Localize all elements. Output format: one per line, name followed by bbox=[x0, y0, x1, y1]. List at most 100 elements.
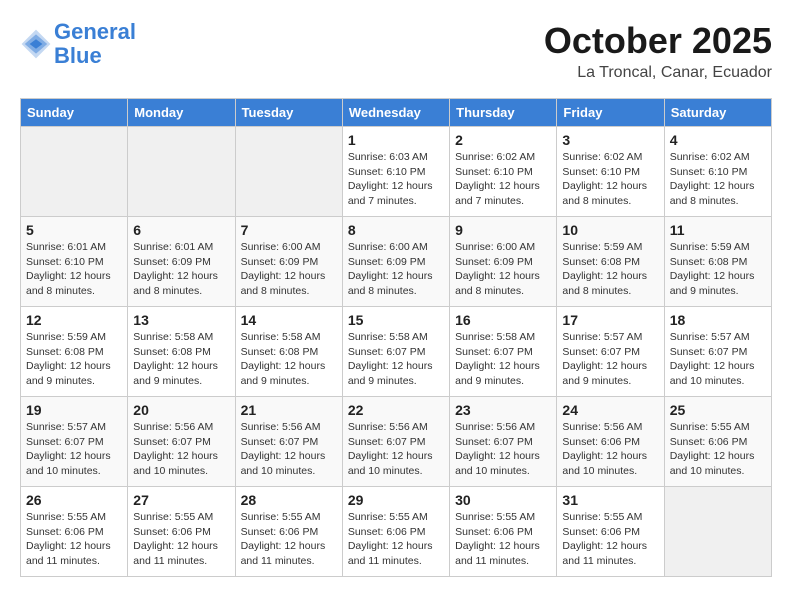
day-number: 6 bbox=[133, 222, 229, 238]
day-cell: 1 Sunrise: 6:03 AMSunset: 6:10 PMDaylight… bbox=[342, 127, 449, 217]
day-info: Sunrise: 5:55 AMSunset: 6:06 PMDaylight:… bbox=[133, 510, 229, 569]
day-info: Sunrise: 5:59 AMSunset: 6:08 PMDaylight:… bbox=[562, 240, 658, 299]
day-cell: 25Sunrise: 5:55 AMSunset: 6:06 PMDayligh… bbox=[664, 397, 771, 487]
day-info: Sunrise: 6:01 AMSunset: 6:10 PMDaylight:… bbox=[26, 240, 122, 299]
day-number: 3 bbox=[562, 132, 658, 148]
day-number: 1 bbox=[348, 132, 444, 148]
day-number: 10 bbox=[562, 222, 658, 238]
header: General Blue October 2025 La Troncal, Ca… bbox=[20, 20, 772, 82]
day-cell: 5Sunrise: 6:01 AMSunset: 6:10 PMDaylight… bbox=[21, 217, 128, 307]
day-cell: 20 Sunrise: 5:56 AMSunset: 6:07 PMDayligh… bbox=[128, 397, 235, 487]
day-info: Sunrise: 5:59 AMSunset: 6:08 PMDaylight:… bbox=[670, 240, 766, 299]
location: La Troncal, Canar, Ecuador bbox=[544, 64, 772, 82]
day-cell: 31Sunrise: 5:55 AMSunset: 6:06 PMDayligh… bbox=[557, 487, 664, 577]
day-number: 2 bbox=[455, 132, 551, 148]
day-cell: 22 Sunrise: 5:56 AMSunset: 6:07 PMDayligh… bbox=[342, 397, 449, 487]
day-number: 28 bbox=[241, 492, 337, 508]
day-number: 13 bbox=[133, 312, 229, 328]
day-number: 18 bbox=[670, 312, 766, 328]
day-cell: 21 Sunrise: 5:56 AMSunset: 6:07 PMDayligh… bbox=[235, 397, 342, 487]
day-cell: 13 Sunrise: 5:58 AMSunset: 6:08 PMDayligh… bbox=[128, 307, 235, 397]
logo-blue: Blue bbox=[54, 43, 102, 68]
day-number: 27 bbox=[133, 492, 229, 508]
calendar-table: SundayMondayTuesdayWednesdayThursdayFrid… bbox=[20, 98, 772, 577]
day-info: Sunrise: 5:57 AMSunset: 6:07 PMDaylight:… bbox=[26, 420, 122, 479]
day-info: Sunrise: 5:56 AMSunset: 6:07 PMDaylight:… bbox=[133, 420, 229, 479]
logo-icon bbox=[20, 28, 52, 60]
weekday-header-row: SundayMondayTuesdayWednesdayThursdayFrid… bbox=[21, 99, 772, 127]
day-number: 21 bbox=[241, 402, 337, 418]
day-cell: 23 Sunrise: 5:56 AMSunset: 6:07 PMDayligh… bbox=[450, 397, 557, 487]
day-cell: 14 Sunrise: 5:58 AMSunset: 6:08 PMDayligh… bbox=[235, 307, 342, 397]
title-block: October 2025 La Troncal, Canar, Ecuador bbox=[544, 20, 772, 82]
day-info: Sunrise: 5:59 AMSunset: 6:08 PMDaylight:… bbox=[26, 330, 122, 389]
day-number: 4 bbox=[670, 132, 766, 148]
day-info: Sunrise: 5:58 AMSunset: 6:08 PMDaylight:… bbox=[241, 330, 337, 389]
day-cell: 28 Sunrise: 5:55 AMSunset: 6:06 PMDayligh… bbox=[235, 487, 342, 577]
day-number: 25 bbox=[670, 402, 766, 418]
logo: General Blue bbox=[20, 20, 136, 68]
day-number: 30 bbox=[455, 492, 551, 508]
day-cell: 29 Sunrise: 5:55 AMSunset: 6:06 PMDayligh… bbox=[342, 487, 449, 577]
day-number: 19 bbox=[26, 402, 122, 418]
day-info: Sunrise: 6:00 AMSunset: 6:09 PMDaylight:… bbox=[241, 240, 337, 299]
day-cell: 12 Sunrise: 5:59 AMSunset: 6:08 PMDayligh… bbox=[21, 307, 128, 397]
day-info: Sunrise: 5:56 AMSunset: 6:07 PMDaylight:… bbox=[241, 420, 337, 479]
day-number: 17 bbox=[562, 312, 658, 328]
day-number: 12 bbox=[26, 312, 122, 328]
weekday-header-monday: Monday bbox=[128, 99, 235, 127]
day-cell: 11Sunrise: 5:59 AMSunset: 6:08 PMDayligh… bbox=[664, 217, 771, 307]
day-cell: 15 Sunrise: 5:58 AMSunset: 6:07 PMDayligh… bbox=[342, 307, 449, 397]
day-info: Sunrise: 6:00 AMSunset: 6:09 PMDaylight:… bbox=[348, 240, 444, 299]
day-info: Sunrise: 6:02 AMSunset: 6:10 PMDaylight:… bbox=[455, 150, 551, 209]
day-info: Sunrise: 6:00 AMSunset: 6:09 PMDaylight:… bbox=[455, 240, 551, 299]
day-number: 15 bbox=[348, 312, 444, 328]
day-number: 31 bbox=[562, 492, 658, 508]
day-cell bbox=[21, 127, 128, 217]
week-row-4: 26 Sunrise: 5:55 AMSunset: 6:06 PMDayligh… bbox=[21, 487, 772, 577]
day-info: Sunrise: 5:58 AMSunset: 6:08 PMDaylight:… bbox=[133, 330, 229, 389]
day-number: 20 bbox=[133, 402, 229, 418]
day-cell: 30 Sunrise: 5:55 AMSunset: 6:06 PMDayligh… bbox=[450, 487, 557, 577]
day-number: 14 bbox=[241, 312, 337, 328]
day-number: 26 bbox=[26, 492, 122, 508]
day-cell: 26 Sunrise: 5:55 AMSunset: 6:06 PMDayligh… bbox=[21, 487, 128, 577]
day-info: Sunrise: 6:03 AMSunset: 6:10 PMDaylight:… bbox=[348, 150, 444, 209]
day-info: Sunrise: 5:56 AMSunset: 6:07 PMDaylight:… bbox=[348, 420, 444, 479]
week-row-3: 19 Sunrise: 5:57 AMSunset: 6:07 PMDayligh… bbox=[21, 397, 772, 487]
day-info: Sunrise: 5:55 AMSunset: 6:06 PMDaylight:… bbox=[348, 510, 444, 569]
day-info: Sunrise: 6:02 AMSunset: 6:10 PMDaylight:… bbox=[670, 150, 766, 209]
logo-general: General bbox=[54, 19, 136, 44]
day-info: Sunrise: 5:55 AMSunset: 6:06 PMDaylight:… bbox=[26, 510, 122, 569]
day-number: 22 bbox=[348, 402, 444, 418]
day-info: Sunrise: 5:56 AMSunset: 6:06 PMDaylight:… bbox=[562, 420, 658, 479]
day-info: Sunrise: 5:58 AMSunset: 6:07 PMDaylight:… bbox=[455, 330, 551, 389]
week-row-1: 5Sunrise: 6:01 AMSunset: 6:10 PMDaylight… bbox=[21, 217, 772, 307]
day-info: Sunrise: 5:57 AMSunset: 6:07 PMDaylight:… bbox=[562, 330, 658, 389]
day-number: 23 bbox=[455, 402, 551, 418]
page: General Blue October 2025 La Troncal, Ca… bbox=[0, 0, 792, 597]
day-number: 29 bbox=[348, 492, 444, 508]
day-info: Sunrise: 6:02 AMSunset: 6:10 PMDaylight:… bbox=[562, 150, 658, 209]
day-cell: 24 Sunrise: 5:56 AMSunset: 6:06 PMDayligh… bbox=[557, 397, 664, 487]
weekday-header-thursday: Thursday bbox=[450, 99, 557, 127]
day-number: 24 bbox=[562, 402, 658, 418]
day-cell: 10 Sunrise: 5:59 AMSunset: 6:08 PMDayligh… bbox=[557, 217, 664, 307]
week-row-2: 12 Sunrise: 5:59 AMSunset: 6:08 PMDayligh… bbox=[21, 307, 772, 397]
day-cell: 19 Sunrise: 5:57 AMSunset: 6:07 PMDayligh… bbox=[21, 397, 128, 487]
weekday-header-wednesday: Wednesday bbox=[342, 99, 449, 127]
day-info: Sunrise: 5:56 AMSunset: 6:07 PMDaylight:… bbox=[455, 420, 551, 479]
weekday-header-friday: Friday bbox=[557, 99, 664, 127]
day-cell: 8Sunrise: 6:00 AMSunset: 6:09 PMDaylight… bbox=[342, 217, 449, 307]
day-info: Sunrise: 5:55 AMSunset: 6:06 PMDaylight:… bbox=[241, 510, 337, 569]
weekday-header-tuesday: Tuesday bbox=[235, 99, 342, 127]
day-info: Sunrise: 6:01 AMSunset: 6:09 PMDaylight:… bbox=[133, 240, 229, 299]
day-info: Sunrise: 5:55 AMSunset: 6:06 PMDaylight:… bbox=[455, 510, 551, 569]
day-cell: 18Sunrise: 5:57 AMSunset: 6:07 PMDayligh… bbox=[664, 307, 771, 397]
day-cell: 6 Sunrise: 6:01 AMSunset: 6:09 PMDaylight… bbox=[128, 217, 235, 307]
logo-text: General Blue bbox=[54, 20, 136, 68]
day-cell: 2 Sunrise: 6:02 AMSunset: 6:10 PMDaylight… bbox=[450, 127, 557, 217]
day-info: Sunrise: 5:58 AMSunset: 6:07 PMDaylight:… bbox=[348, 330, 444, 389]
day-cell: 17 Sunrise: 5:57 AMSunset: 6:07 PMDayligh… bbox=[557, 307, 664, 397]
day-cell: 16Sunrise: 5:58 AMSunset: 6:07 PMDayligh… bbox=[450, 307, 557, 397]
